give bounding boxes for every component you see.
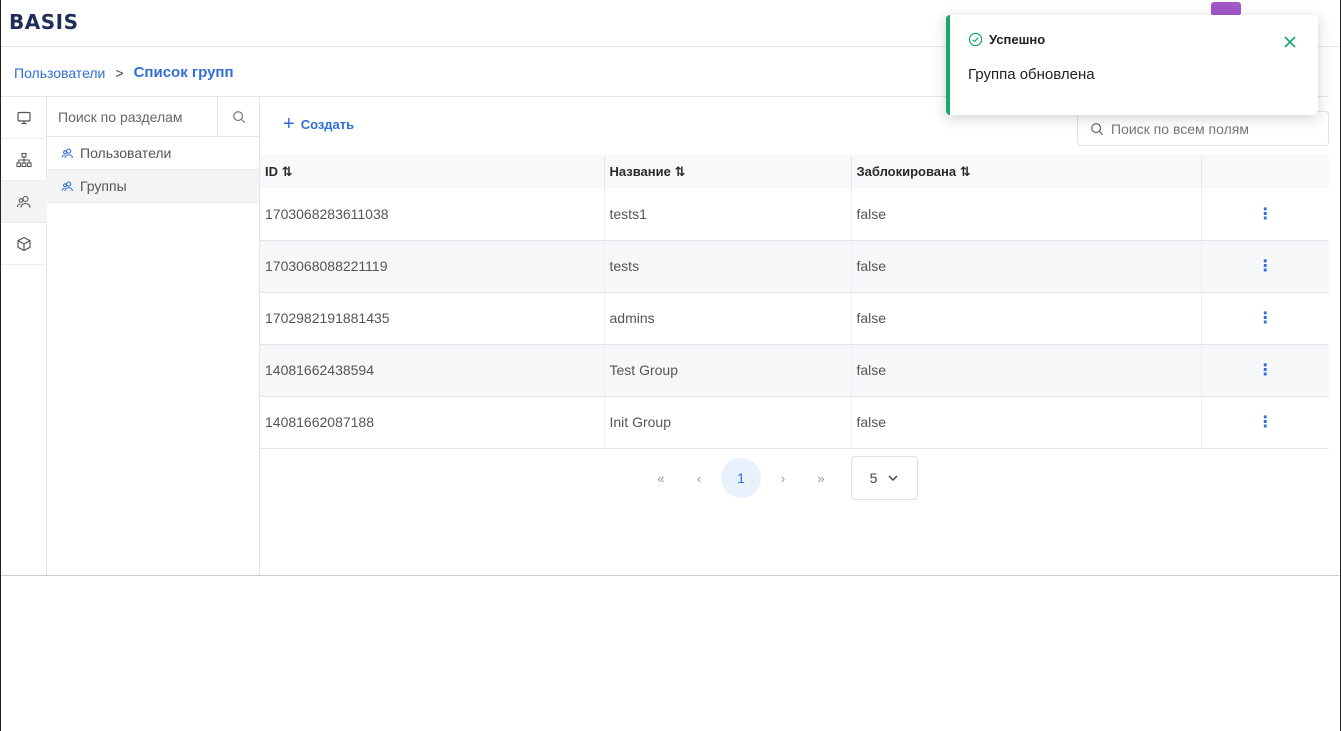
row-menu-icon[interactable]: ⋮ [1201,292,1329,345]
row-menu-icon[interactable]: ⋮ [1201,344,1329,397]
section-item-label: Группы [80,178,127,194]
cell-blocked: false [851,292,1202,345]
breadcrumb-separator: > [115,64,124,81]
table-row[interactable]: 14081662087188 Init Group false ⋮ [260,396,1329,449]
cell-name: tests [604,240,852,293]
search-icon [1091,122,1104,135]
users-icon [61,181,73,191]
row-menu-icon[interactable]: ⋮ [1201,240,1329,293]
cell-blocked: false [851,240,1202,293]
section-search-button[interactable] [217,96,259,137]
success-toast: Успешно Группа обновлена [946,15,1318,115]
icon-rail [1,97,47,575]
section-search: Поиск по разделам [47,96,259,137]
section-item-users[interactable]: Пользователи [47,137,259,170]
column-header-blocked[interactable]: Заблокирована ⇅ [851,155,1202,188]
plus-icon: + [283,113,295,135]
close-icon[interactable] [1283,35,1297,49]
row-menu-icon[interactable]: ⋮ [1201,188,1329,241]
search-icon [232,110,245,123]
column-header-actions [1201,155,1329,188]
toast-title-row: Успешно [968,32,1045,47]
rail-item-hierarchy[interactable] [1,139,47,181]
global-search-placeholder: Поиск по всем полям [1111,120,1249,137]
monitor-icon [17,111,31,124]
divider [1,575,1339,576]
cell-name: Test Group [604,344,852,397]
users-icon [16,195,31,208]
rail-item-users[interactable] [1,181,47,223]
toast-title: Успешно [989,32,1046,47]
table-row[interactable]: 1703068088221119 tests false ⋮ [260,240,1329,293]
column-header-id[interactable]: ID ⇅ [260,155,605,188]
section-search-input[interactable]: Поиск по разделам [47,109,217,125]
groups-table: ID ⇅ Название ⇅ Заблокирована ⇅ 17030682… [260,155,1329,449]
create-label: Создать [300,116,355,132]
hierarchy-icon [16,152,32,167]
table-row[interactable]: 14081662438594 Test Group false ⋮ [260,344,1329,397]
section-item-groups[interactable]: Группы [47,170,259,203]
cell-id: 14081662087188 [260,396,605,449]
cell-id: 14081662438594 [260,344,605,397]
pagination: « ‹ 1 › » 5 [645,456,918,500]
page-size-select[interactable]: 5 [851,456,918,500]
row-menu-icon[interactable]: ⋮ [1201,396,1329,449]
check-circle-icon [968,32,983,47]
toast-message: Группа обновлена [968,66,1095,83]
section-item-label: Пользователи [80,145,172,161]
global-search-input[interactable]: Поиск по всем полям [1077,111,1329,146]
cube-icon [17,236,31,251]
breadcrumb: Пользователи > Список групп [14,64,234,81]
table-row[interactable]: 1703068283611038 tests1 false ⋮ [260,188,1329,241]
page-size-value: 5 [869,470,878,486]
cell-name: tests1 [604,188,852,241]
rail-item-monitor[interactable] [1,97,47,139]
cell-blocked: false [851,188,1202,241]
last-page-button[interactable]: » [805,462,837,494]
rail-item-cube[interactable] [1,223,47,265]
content-area: + Создать Поиск по всем полям ID ⇅ Назва… [260,97,1329,575]
basis-logo[interactable]: BASIS [9,10,78,34]
users-icon [61,148,73,158]
prev-page-button[interactable]: ‹ [683,462,715,494]
avatar[interactable] [1211,2,1241,16]
cell-name: admins [604,292,852,345]
table-row[interactable]: 1702982191881435 admins false ⋮ [260,292,1329,345]
cell-blocked: false [851,344,1202,397]
cell-id: 1703068088221119 [260,240,605,293]
first-page-button[interactable]: « [645,462,677,494]
section-panel: Поиск по разделам Пользователи Группы [47,96,260,575]
cell-name: Init Group [604,396,852,449]
breadcrumb-current: Список групп [133,64,234,81]
cell-id: 1702982191881435 [260,292,605,345]
chevron-down-icon [888,475,898,482]
next-page-button[interactable]: › [767,462,799,494]
create-button[interactable]: + Создать [283,113,355,135]
table-header-row: ID ⇅ Название ⇅ Заблокирована ⇅ [260,155,1329,188]
cell-id: 1703068283611038 [260,188,605,241]
page-button-current[interactable]: 1 [721,458,761,498]
cell-blocked: false [851,396,1202,449]
breadcrumb-parent[interactable]: Пользователи [14,65,105,81]
column-header-name[interactable]: Название ⇅ [604,155,852,188]
